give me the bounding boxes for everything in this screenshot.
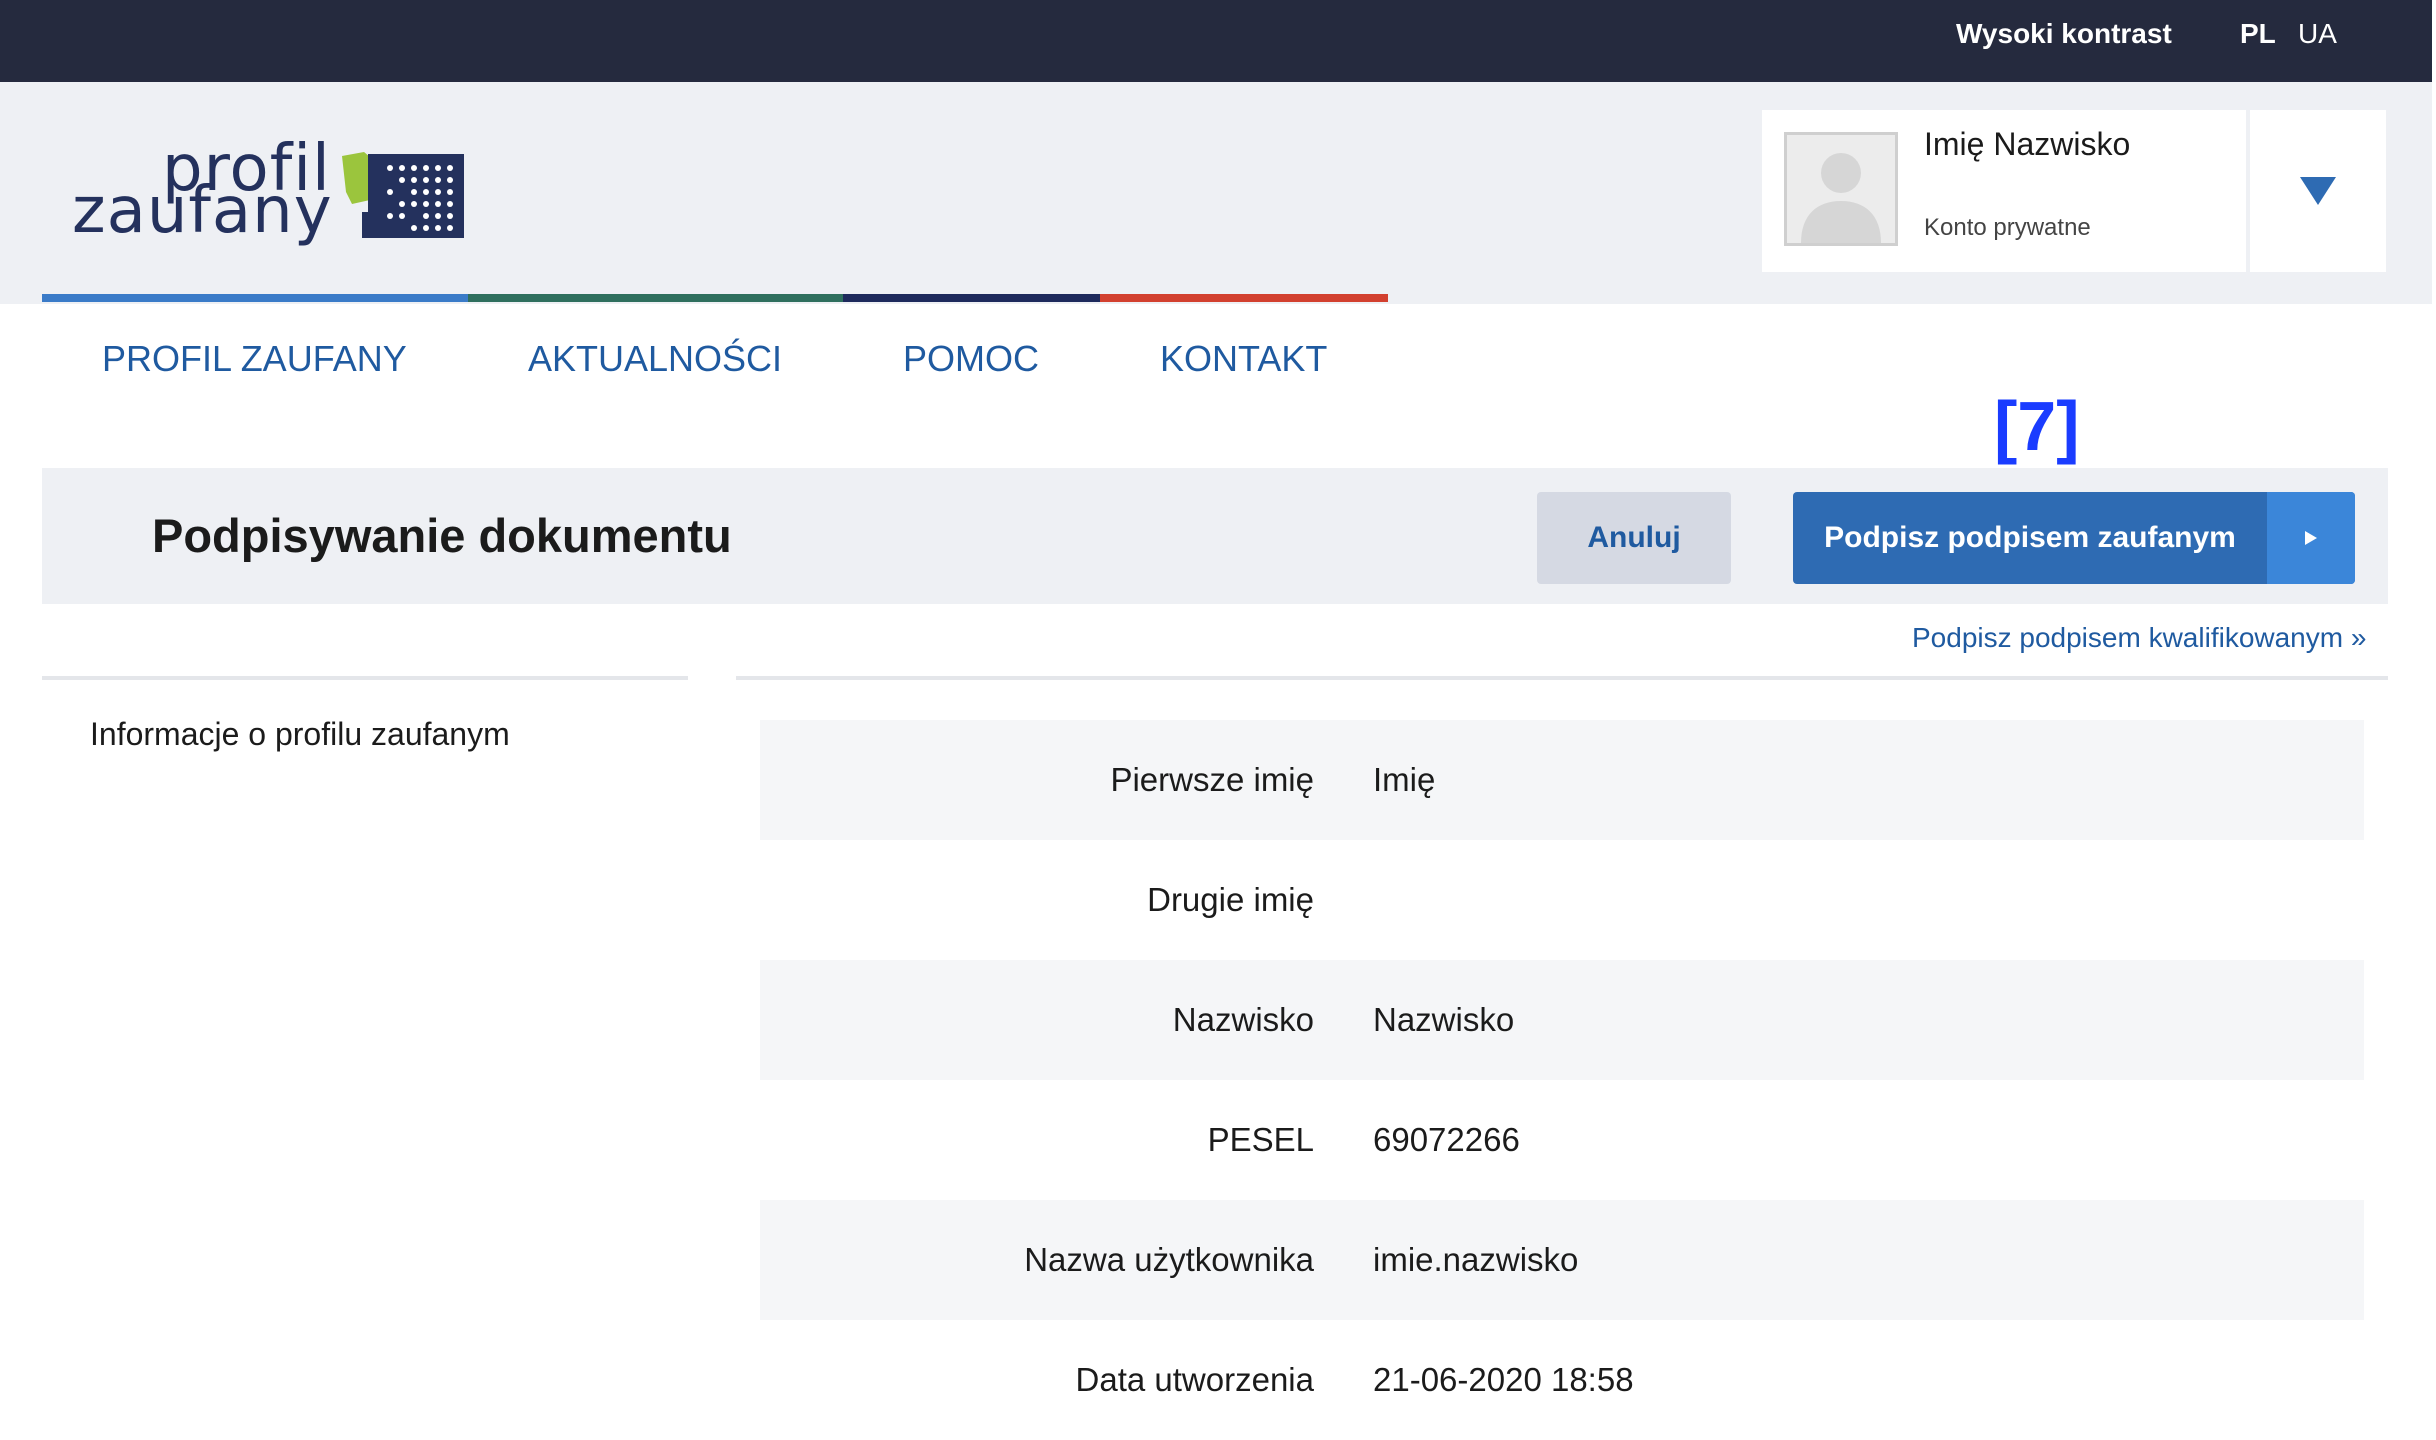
stripe-navy	[843, 294, 1100, 302]
sign-trusted-label: Podpisz podpisem zaufanym	[1824, 521, 2236, 554]
table-row: Data utworzenia 21-06-2020 18:58	[760, 1320, 2364, 1440]
language-pl[interactable]: PL	[2240, 18, 2276, 50]
row-label: Nazwisko	[1172, 1001, 1314, 1038]
triangle-down-icon	[2300, 177, 2336, 205]
page-title: Podpisywanie dokumentu	[152, 509, 732, 562]
language-ua[interactable]: UA	[2298, 18, 2337, 50]
table-row: Drugie imię	[760, 840, 2364, 960]
right-divider	[736, 676, 2388, 680]
nav-profil-zaufany[interactable]: PROFIL ZAUFANY	[102, 338, 407, 380]
top-bar: Wysoki kontrast PL UA	[0, 0, 2436, 82]
profile-info-table: Pierwsze imię Imię Drugie imię Nazwisko …	[760, 720, 2364, 1440]
nav-pomoc[interactable]: POMOC	[903, 338, 1039, 380]
stripe-blue	[42, 294, 468, 302]
row-label: Nazwa użytkownika	[1024, 1241, 1314, 1278]
high-contrast-toggle[interactable]: Wysoki kontrast	[1956, 18, 2172, 50]
logo-mark-icon	[342, 152, 464, 238]
play-arrow-icon	[2267, 492, 2355, 584]
page-header-bar: Podpisywanie dokumentu Anuluj Podpisz po…	[42, 468, 2388, 604]
sign-trusted-button[interactable]: Podpisz podpisem zaufanym	[1793, 492, 2355, 584]
row-label: Data utworzenia	[1075, 1361, 1314, 1398]
row-value: Imię	[1373, 761, 1436, 798]
stripe-green	[468, 294, 843, 302]
row-value: imie.nazwisko	[1373, 1241, 1579, 1278]
user-silhouette-icon	[1801, 153, 1881, 243]
row-value: 21-06-2020 18:58	[1373, 1361, 1634, 1398]
nav-aktualnosci[interactable]: AKTUALNOŚCI	[528, 338, 782, 380]
user-name: Imię Nazwisko	[1924, 126, 2131, 162]
step-annotation: [7]	[1994, 387, 2080, 465]
row-label: PESEL	[1207, 1121, 1314, 1158]
nav-kontakt[interactable]: KONTAKT	[1160, 338, 1327, 380]
row-label: Pierwsze imię	[1110, 761, 1314, 798]
row-value: Nazwisko	[1373, 1001, 1515, 1038]
account-type: Konto prywatne	[1924, 214, 2091, 241]
table-row: Pierwsze imię Imię	[760, 720, 2364, 840]
sign-qualified-link[interactable]: Podpisz podpisem kwalifikowanym »	[1912, 622, 2366, 654]
profil-zaufany-logo[interactable]: profil zaufany	[70, 132, 490, 262]
table-row: Nazwa użytkownika imie.nazwisko	[760, 1200, 2364, 1320]
logo-text-zaufany: zaufany	[72, 174, 333, 248]
stripe-red	[1100, 294, 1388, 302]
section-heading: Informacje o profilu zaufanym	[90, 716, 510, 752]
left-divider	[42, 676, 688, 680]
table-row: PESEL 69072266	[760, 1080, 2364, 1200]
avatar	[1784, 132, 1898, 246]
table-row: Nazwisko Nazwisko	[760, 960, 2364, 1080]
header: profil zaufany Imię Nazwisko Konto prywa	[0, 82, 2432, 304]
page-edge	[2432, 0, 2436, 1434]
row-value: 69072266	[1373, 1121, 1520, 1158]
user-menu[interactable]: Imię Nazwisko Konto prywatne	[1762, 110, 2386, 272]
cancel-button[interactable]: Anuluj	[1537, 492, 1731, 584]
row-label: Drugie imię	[1147, 881, 1314, 918]
user-menu-dropdown-button[interactable]	[2250, 110, 2386, 272]
